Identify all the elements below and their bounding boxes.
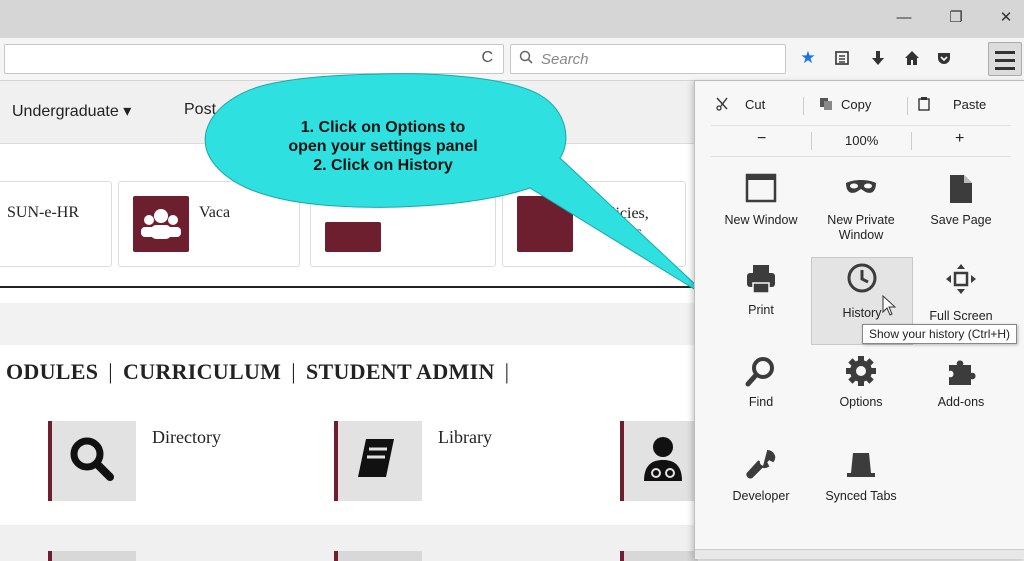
addons-puzzle-icon [911,355,1011,394]
firefox-menu-panel: Cut Copy Paste − 100% + New Window New P… [694,80,1024,559]
paste-button[interactable]: Paste [953,97,986,112]
menu-new-private-window[interactable]: New Private Window [811,169,911,253]
menu-label: New Window [724,213,798,227]
callout-line-1: 1. Click on Options to [300,119,466,136]
private-mask-icon [811,173,911,210]
menu-save-page[interactable]: Save Page [911,169,1011,253]
menu-synced-tabs[interactable]: Synced Tabs [811,445,911,529]
callout-line-2: open your settings panel [288,138,478,155]
cut-button[interactable]: Cut [745,97,765,112]
menu-label: Developer [732,489,790,503]
print-icon [711,263,811,302]
options-gear-icon [811,355,911,394]
menu-print[interactable]: Print [711,259,811,343]
zoom-level[interactable]: 100% [845,133,878,148]
edit-row: Cut Copy Paste [711,89,1011,119]
paste-icon [917,97,931,114]
copy-button[interactable]: Copy [841,97,871,112]
menu-label: Synced Tabs [825,489,897,503]
menu-add-ons[interactable]: Add-ons [911,351,1011,435]
menu-label: Add-ons [937,395,985,409]
zoom-out-button[interactable]: − [757,130,766,148]
menu-label: Full Screen [929,309,993,323]
synced-tabs-icon [811,449,911,488]
separator [803,97,804,115]
cut-icon [715,97,729,114]
menu-label: New Private Window [827,213,895,242]
menu-label: Print [748,303,774,317]
zoom-row: − 100% + [711,125,1011,157]
menu-find[interactable]: Find [711,351,811,435]
history-tooltip: Show your history (Ctrl+H) [862,324,1018,344]
separator [811,132,812,150]
zoom-in-button[interactable]: + [955,130,964,148]
menu-developer[interactable]: Developer [711,445,811,529]
separator [907,97,908,115]
copy-icon [819,97,833,114]
mouse-cursor-icon [882,295,897,316]
callout-text: 1. Click on Options to open your setting… [258,118,508,175]
menu-new-window[interactable]: New Window [711,169,811,253]
find-icon [711,355,811,394]
new-window-icon [711,173,811,210]
menu-options[interactable]: Options [811,351,911,435]
menu-label: Find [748,395,774,409]
save-page-icon [911,173,1011,212]
developer-wrench-icon [711,449,811,488]
callout-line-3: 2. Click on History [313,157,453,174]
full-screen-icon [911,263,1011,302]
panel-footer [695,549,1024,559]
separator [911,132,912,150]
menu-label: Save Page [930,213,992,227]
menu-label: Options [839,395,883,409]
